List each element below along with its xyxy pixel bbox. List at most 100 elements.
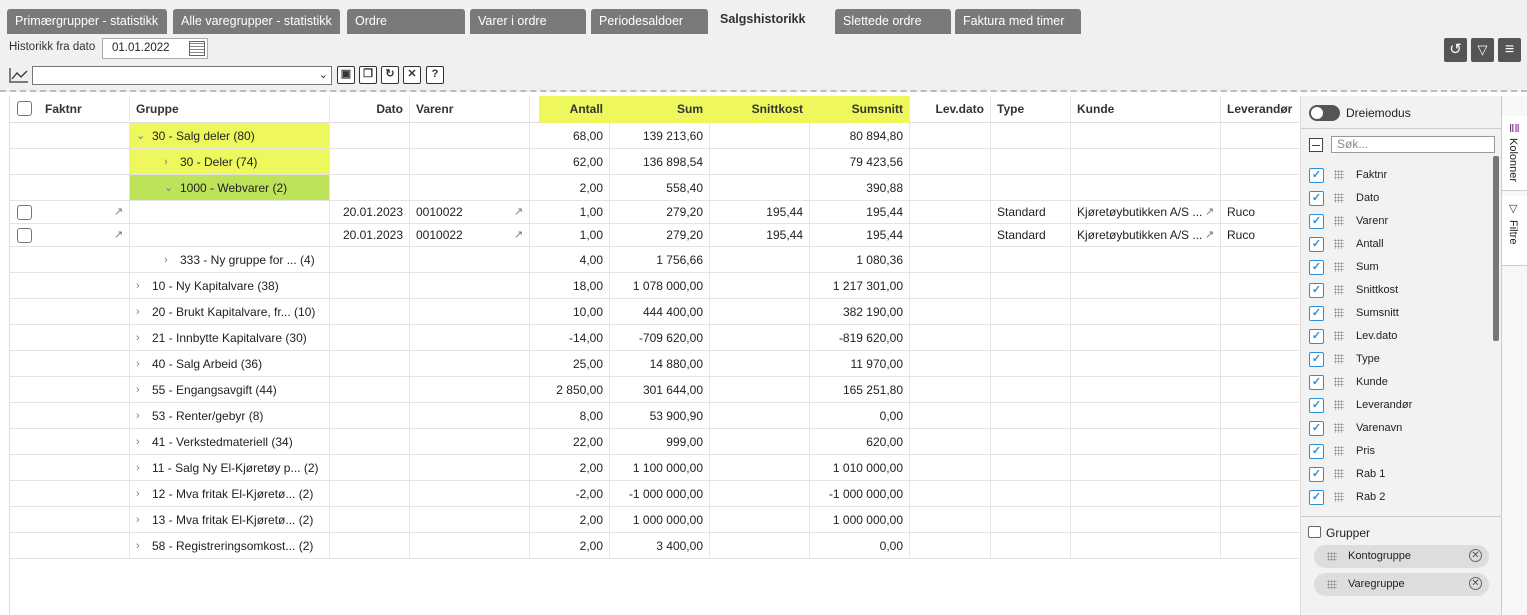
menu-icon[interactable]: ≡ <box>1498 38 1521 62</box>
history-from-date-input[interactable]: 01.01.2022 <box>102 38 208 59</box>
checkbox-checked-icon[interactable]: ✓ <box>1309 421 1324 436</box>
header-snittkost[interactable]: Snittkost <box>710 96 810 123</box>
chevron-right-icon[interactable]: › <box>136 462 152 474</box>
remove-icon[interactable]: ✕ <box>1469 577 1482 590</box>
tab-filtre[interactable]: ▽ Filtre <box>1502 196 1527 266</box>
refresh-icon[interactable]: ↻ <box>381 66 399 84</box>
row-checkbox[interactable] <box>17 205 32 220</box>
drag-handle-icon[interactable] <box>1334 446 1344 456</box>
group-row[interactable]: › 11 - Salg Ny El-Kjøretøy p... (2) 2,00 1 … <box>10 455 1299 481</box>
column-toggle-item[interactable]: ✓ Dato <box>1301 189 1491 209</box>
delete-icon[interactable]: ✕ <box>403 66 421 84</box>
column-toggle-item[interactable]: ✓ Kunde <box>1301 373 1491 393</box>
filter-icon[interactable]: ▽ <box>1471 38 1494 62</box>
checkbox-checked-icon[interactable]: ✓ <box>1309 237 1324 252</box>
tab-kolonner[interactable]: ⅡⅡ Kolonner <box>1502 116 1527 191</box>
group-row[interactable]: ⌄ 1000 - Webvarer (2) 2,00 558,40 390,88 <box>10 175 1299 201</box>
calendar-icon[interactable] <box>189 41 205 56</box>
group-row[interactable]: › 12 - Mva fritak El-Kjøretø... (2) -2,00 -… <box>10 481 1299 507</box>
column-toggle-item[interactable]: ✓ Varenr <box>1301 212 1491 232</box>
drag-handle-icon[interactable] <box>1334 193 1344 203</box>
header-varenr[interactable]: Varenr <box>410 96 530 123</box>
select-all-checkbox[interactable] <box>17 101 32 116</box>
drag-handle-icon[interactable] <box>1334 285 1344 295</box>
drag-handle-icon[interactable] <box>1327 552 1337 561</box>
tab-3[interactable]: Varer i ordre <box>470 9 586 34</box>
group-row[interactable]: › 30 - Deler (74) 62,00 136 898,54 79 423,56 <box>10 149 1299 175</box>
drag-handle-icon[interactable] <box>1334 262 1344 272</box>
header-gruppe[interactable]: Gruppe <box>130 96 330 123</box>
tab-7[interactable]: Faktura med timer <box>955 9 1081 34</box>
chevron-right-icon[interactable]: › <box>136 280 152 292</box>
header-dato[interactable]: Dato <box>330 96 410 123</box>
group-pill[interactable]: Kontogruppe ✕ <box>1314 545 1489 568</box>
chevron-down-icon[interactable]: ⌄ <box>136 129 152 142</box>
row-checkbox[interactable] <box>17 228 32 243</box>
save-icon[interactable]: ▣ <box>337 66 355 84</box>
column-toggle-item[interactable]: ✓ Rab 1 <box>1301 465 1491 485</box>
chevron-down-icon[interactable]: ⌄ <box>164 181 180 194</box>
column-toggle-item[interactable]: ✓ Snittkost <box>1301 281 1491 301</box>
drag-handle-icon[interactable] <box>1334 354 1344 364</box>
tab-2[interactable]: Ordre <box>347 9 465 34</box>
header-sum[interactable]: Sum <box>610 96 710 123</box>
open-link-icon[interactable]: ↗ <box>114 207 125 218</box>
chevron-right-icon[interactable]: › <box>136 436 152 448</box>
checkbox-checked-icon[interactable]: ✓ <box>1309 191 1324 206</box>
column-toggle-item[interactable]: ✓ Lev.dato <box>1301 327 1491 347</box>
chevron-right-icon[interactable]: › <box>136 514 152 526</box>
reset-icon[interactable]: ↺ <box>1444 38 1467 62</box>
checkbox-checked-icon[interactable]: ✓ <box>1309 283 1324 298</box>
group-row[interactable]: › 55 - Engangsavgift (44) 2 850,00 301 644,… <box>10 377 1299 403</box>
header-kunde[interactable]: Kunde <box>1071 96 1221 123</box>
drag-handle-icon[interactable] <box>1334 216 1344 226</box>
pivot-mode-toggle[interactable] <box>1309 105 1340 121</box>
column-toggle-item[interactable]: ✓ Rab 2 <box>1301 488 1491 508</box>
chevron-right-icon[interactable]: › <box>164 254 180 266</box>
table-row[interactable]: ↗ 20.01.2023 0010022 ↗ 1,00 279,20 195,44 195,4… <box>10 224 1299 247</box>
column-toggle-item[interactable]: ✓ Leverandør <box>1301 396 1491 416</box>
tab-0[interactable]: Primærgrupper - statistikk <box>7 9 167 34</box>
chevron-right-icon[interactable]: › <box>164 156 180 168</box>
group-row[interactable]: › 58 - Registreringsomkost... (2) 2,00 3 40… <box>10 533 1299 559</box>
header-leverandor[interactable]: Leverandør <box>1221 96 1299 123</box>
drag-handle-icon[interactable] <box>1334 239 1344 249</box>
header-antall[interactable]: Antall <box>539 96 610 123</box>
header-levdato[interactable]: Lev.dato <box>910 96 991 123</box>
tab-1[interactable]: Alle varegrupper - statistikk <box>173 9 340 34</box>
group-row[interactable]: › 53 - Renter/gebyr (8) 8,00 53 900,90 0,00 <box>10 403 1299 429</box>
group-row[interactable]: › 10 - Ny Kapitalvare (38) 18,00 1 078 000,… <box>10 273 1299 299</box>
column-toggle-item[interactable]: ✓ Type <box>1301 350 1491 370</box>
drag-handle-icon[interactable] <box>1334 377 1344 387</box>
checkbox-checked-icon[interactable]: ✓ <box>1309 398 1324 413</box>
chevron-right-icon[interactable]: › <box>136 306 152 318</box>
scrollbar[interactable] <box>1493 156 1499 341</box>
drag-handle-icon[interactable] <box>1334 423 1344 433</box>
copy-icon[interactable]: ❐ <box>359 66 377 84</box>
checkbox-checked-icon[interactable]: ✓ <box>1309 260 1324 275</box>
group-row[interactable]: › 13 - Mva fritak El-Kjøretø... (2) 2,00 1 … <box>10 507 1299 533</box>
column-toggle-item[interactable]: ✓ Pris <box>1301 442 1491 462</box>
view-select[interactable]: ⌄ <box>32 66 332 85</box>
group-pill[interactable]: Varegruppe ✕ <box>1314 573 1489 596</box>
drag-handle-icon[interactable] <box>1334 170 1344 180</box>
group-row[interactable]: › 333 - Ny gruppe for ... (4) 4,00 1 756,66… <box>10 247 1299 273</box>
open-link-icon[interactable]: ↗ <box>1205 230 1216 241</box>
group-row[interactable]: › 21 - Innbytte Kapitalvare (30) -14,00 -70… <box>10 325 1299 351</box>
open-link-icon[interactable]: ↗ <box>114 230 125 241</box>
open-link-icon[interactable]: ↗ <box>1205 207 1216 218</box>
checkbox-checked-icon[interactable]: ✓ <box>1309 214 1324 229</box>
checkbox-checked-icon[interactable]: ✓ <box>1309 329 1324 344</box>
chevron-right-icon[interactable]: › <box>136 332 152 344</box>
chevron-right-icon[interactable]: › <box>136 384 152 396</box>
group-row[interactable]: › 20 - Brukt Kapitalvare, fr... (10) 10,00… <box>10 299 1299 325</box>
toggle-all-columns-checkbox[interactable] <box>1309 138 1323 152</box>
header-sumsnitt[interactable]: Sumsnitt <box>810 96 910 123</box>
tab-5[interactable]: Salgshistorikk <box>712 6 831 34</box>
group-row[interactable]: › 41 - Verkstedmateriell (34) 22,00 999,00 6… <box>10 429 1299 455</box>
chevron-right-icon[interactable]: › <box>136 488 152 500</box>
tab-6[interactable]: Slettede ordre <box>835 9 951 34</box>
drag-handle-icon[interactable] <box>1334 331 1344 341</box>
column-toggle-item[interactable]: ✓ Sumsnitt <box>1301 304 1491 324</box>
chevron-right-icon[interactable]: › <box>136 540 152 552</box>
